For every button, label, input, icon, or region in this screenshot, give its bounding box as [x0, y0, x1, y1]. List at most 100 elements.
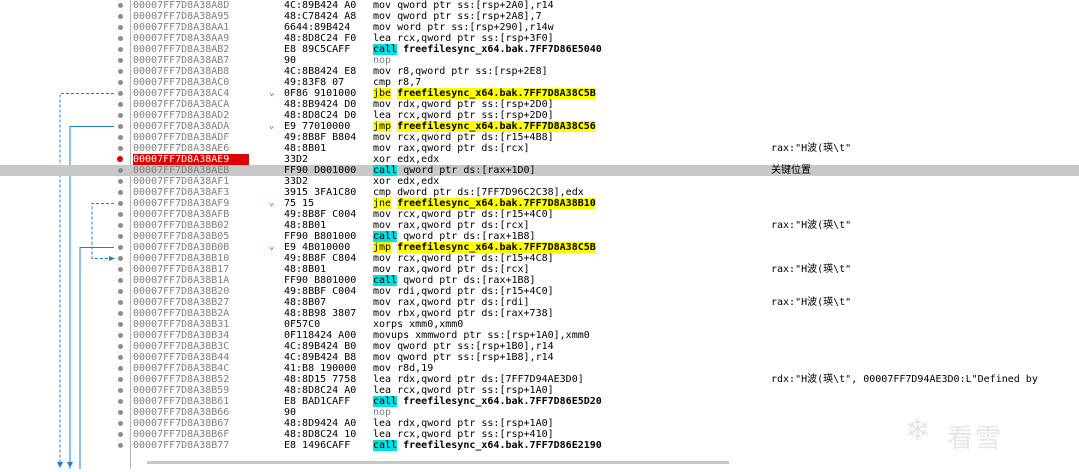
table-row[interactable]: 00007FF7D8A38AC0 49:83F8 07 cmp r8,7: [0, 77, 1079, 88]
instruction-cell[interactable]: mov rax,qword ptr ds:[rdi]: [373, 297, 530, 308]
address-cell[interactable]: 00007FF7D8A38AB7: [133, 55, 249, 66]
instruction-cell[interactable]: lea rcx,qword ptr ss:[rsp+3F0]: [373, 33, 554, 44]
instruction-cell[interactable]: mov qword ptr ss:[rsp+1B8],r14: [373, 352, 554, 363]
bytes-cell[interactable]: 90: [284, 407, 368, 418]
bytes-cell[interactable]: 49:8B8F B804: [284, 132, 368, 143]
address-cell[interactable]: 00007FF7D8A38B6F: [133, 429, 249, 440]
address-cell[interactable]: 00007FF7D8A38B34: [133, 330, 249, 341]
instruction-cell[interactable]: mov rax,qword ptr ds:[rcx]: [373, 264, 530, 275]
breakpoint-dot-icon[interactable]: [118, 377, 123, 382]
comment-cell[interactable]: rdx:"H波(瑛\t", 00007FF7D94AE3D0:L"Defined…: [771, 374, 1038, 385]
address-cell[interactable]: 00007FF7D8A38B77: [133, 440, 249, 451]
instruction-cell[interactable]: lea rcx,qword ptr ss:[rsp+2D0]: [373, 110, 554, 121]
address-cell[interactable]: 00007FF7D8A38B20: [133, 286, 249, 297]
instruction-cell[interactable]: mov rcx,qword ptr ds:[r15+4C0]: [373, 209, 554, 220]
instruction-cell[interactable]: lea rcx,qword ptr ss:[rsp+410]: [373, 429, 554, 440]
address-cell[interactable]: 00007FF7D8A38B66: [133, 407, 249, 418]
bytes-cell[interactable]: 4C:89B424 B8: [284, 352, 368, 363]
table-row[interactable]: 00007FF7D8A38B44 4C:89B424 B8 mov qword pt…: [0, 352, 1079, 363]
bytes-cell[interactable]: 48:8B01: [284, 220, 368, 231]
bytes-cell[interactable]: 4C:89B424 A0: [284, 0, 368, 11]
address-cell[interactable]: 00007FF7D8A38B2A: [133, 308, 249, 319]
instruction-cell[interactable]: mov r8d,19: [373, 363, 433, 374]
instruction-cell[interactable]: xorps xmm0,xmm0: [373, 319, 463, 330]
bytes-cell[interactable]: 48:8B01: [284, 143, 368, 154]
bytes-cell[interactable]: 4C:8B8424 E8: [284, 66, 368, 77]
address-cell[interactable]: 00007FF7D8A38B17: [133, 264, 249, 275]
bytes-cell[interactable]: 0F57C0: [284, 319, 368, 330]
breakpoint-dot-icon[interactable]: [118, 245, 123, 250]
instruction-cell[interactable]: mov rdi,qword ptr ds:[r15+4C0]: [373, 286, 554, 297]
table-row[interactable]: 00007FF7D8A38B52 48:8D15 7758 lea rdx,qwor…: [0, 374, 1079, 385]
comment-cell[interactable]: 关键位置: [771, 165, 811, 176]
breakpoint-dot-icon[interactable]: [118, 135, 123, 140]
bytes-cell[interactable]: E9 77010000: [284, 121, 368, 132]
address-cell[interactable]: 00007FF7D8A38AF1: [133, 176, 249, 187]
breakpoint-dot-icon[interactable]: [118, 190, 123, 195]
address-cell[interactable]: 00007FF7D8A38B3C: [133, 341, 249, 352]
instruction-cell[interactable]: mov rcx,qword ptr ds:[r15+4C8]: [373, 253, 554, 264]
breakpoint-dot-icon[interactable]: [118, 146, 123, 151]
table-row[interactable]: 00007FF7D8A38AE6 48:8B01 mov rax,qword ptr…: [0, 143, 1079, 154]
bytes-cell[interactable]: 4C:89B424 B0: [284, 341, 368, 352]
instruction-cell[interactable]: cmp dword ptr ds:[7FF7D96C2C38],edx: [373, 187, 584, 198]
address-cell[interactable]: 00007FF7D8A38AF9: [133, 198, 249, 209]
breakpoint-dot-icon[interactable]: [118, 289, 123, 294]
bytes-cell[interactable]: 3915 3FA1C80: [284, 187, 368, 198]
breakpoint-dot-icon[interactable]: [118, 278, 123, 283]
instruction-cell[interactable]: mov rcx,qword ptr ds:[r15+4B8]: [373, 132, 554, 143]
bytes-cell[interactable]: 48:8B9424 D0: [284, 99, 368, 110]
bytes-cell[interactable]: 49:8B8F C804: [284, 253, 368, 264]
address-cell[interactable]: 00007FF7D8A38AA1: [133, 22, 249, 33]
bytes-cell[interactable]: E8 1496CAFF: [284, 440, 368, 451]
address-cell[interactable]: 00007FF7D8A38A8D: [133, 0, 249, 11]
breakpoint-dot-icon[interactable]: [118, 91, 123, 96]
bytes-cell[interactable]: E8 BAD1CAFF: [284, 396, 368, 407]
bytes-cell[interactable]: FF90 D001000: [284, 165, 368, 176]
breakpoint-dot-icon[interactable]: [118, 80, 123, 85]
bytes-cell[interactable]: 33D2: [284, 154, 368, 165]
table-row[interactable]: 00007FF7D8A38AF3 3915 3FA1C80 cmp dword pt…: [0, 187, 1079, 198]
instruction-cell[interactable]: lea rdx,qword ptr ds:[7FF7D94AE3D0]: [373, 374, 584, 385]
instruction-cell[interactable]: call freefilesync_x64.bak.7FF7D86E5D20: [373, 396, 602, 407]
bytes-cell[interactable]: 41:B8 190000: [284, 363, 368, 374]
address-cell[interactable]: 00007FF7D8A38AEB: [133, 165, 249, 176]
instruction-cell[interactable]: cmp r8,7: [373, 77, 421, 88]
breakpoint-dot-icon[interactable]: [118, 256, 123, 261]
breakpoint-dot-icon[interactable]: [118, 344, 123, 349]
instruction-cell[interactable]: jne freefilesync_x64.bak.7FF7D8A38B10: [373, 198, 596, 209]
bytes-cell[interactable]: 0F118424 A00: [284, 330, 368, 341]
bytes-cell[interactable]: 48:8D8C24 A0: [284, 385, 368, 396]
comment-cell[interactable]: rax:"H波(瑛\t": [771, 297, 851, 308]
bytes-cell[interactable]: 49:8BBF C004: [284, 286, 368, 297]
breakpoint-dot-icon[interactable]: [118, 355, 123, 360]
address-cell[interactable]: 00007FF7D8A38A95: [133, 11, 249, 22]
address-cell[interactable]: 00007FF7D8A38ADA: [133, 121, 249, 132]
table-row[interactable]: 00007FF7D8A38AFB 49:8B8F C004 mov rcx,qwor…: [0, 209, 1079, 220]
breakpoint-dot-icon[interactable]: [118, 234, 123, 239]
address-cell[interactable]: 00007FF7D8A38AC0: [133, 77, 249, 88]
bytes-cell[interactable]: 49:8B8F C004: [284, 209, 368, 220]
bytes-cell[interactable]: 75 15: [284, 198, 368, 209]
instruction-cell[interactable]: xor edx,edx: [373, 176, 439, 187]
instruction-cell[interactable]: lea rdx,qword ptr ss:[rsp+1A0]: [373, 418, 554, 429]
table-row[interactable]: 00007FF7D8A38B61 E8 BAD1CAFF call freefile…: [0, 396, 1079, 407]
address-cell[interactable]: 00007FF7D8A38B1A: [133, 275, 249, 286]
breakpoint-icon[interactable]: [117, 156, 123, 162]
breakpoint-dot-icon[interactable]: [118, 69, 123, 74]
address-cell[interactable]: 00007FF7D8A38AE9: [133, 154, 249, 165]
bytes-cell[interactable]: FF90 B801000: [284, 231, 368, 242]
breakpoint-dot-icon[interactable]: [118, 25, 123, 30]
bytes-cell[interactable]: 48:8D15 7758: [284, 374, 368, 385]
table-row[interactable]: 00007FF7D8A38B20 49:8BBF C004 mov rdi,qwor…: [0, 286, 1079, 297]
breakpoint-dot-icon[interactable]: [118, 223, 123, 228]
bytes-cell[interactable]: E8 89C5CAFF: [284, 44, 368, 55]
table-row[interactable]: 00007FF7D8A38A95 48:C78424 A8 mov qword pt…: [0, 11, 1079, 22]
instruction-cell[interactable]: call freefilesync_x64.bak.7FF7D86E2190: [373, 440, 602, 451]
address-cell[interactable]: 00007FF7D8A38AF3: [133, 187, 249, 198]
horizontal-scrollbar-thumb[interactable]: [147, 461, 729, 464]
instruction-cell[interactable]: call qword ptr ds:[rax+1B8]: [373, 275, 536, 286]
address-cell[interactable]: 00007FF7D8A38B05: [133, 231, 249, 242]
address-cell[interactable]: 00007FF7D8A38B67: [133, 418, 249, 429]
breakpoint-dot-icon[interactable]: [118, 36, 123, 41]
